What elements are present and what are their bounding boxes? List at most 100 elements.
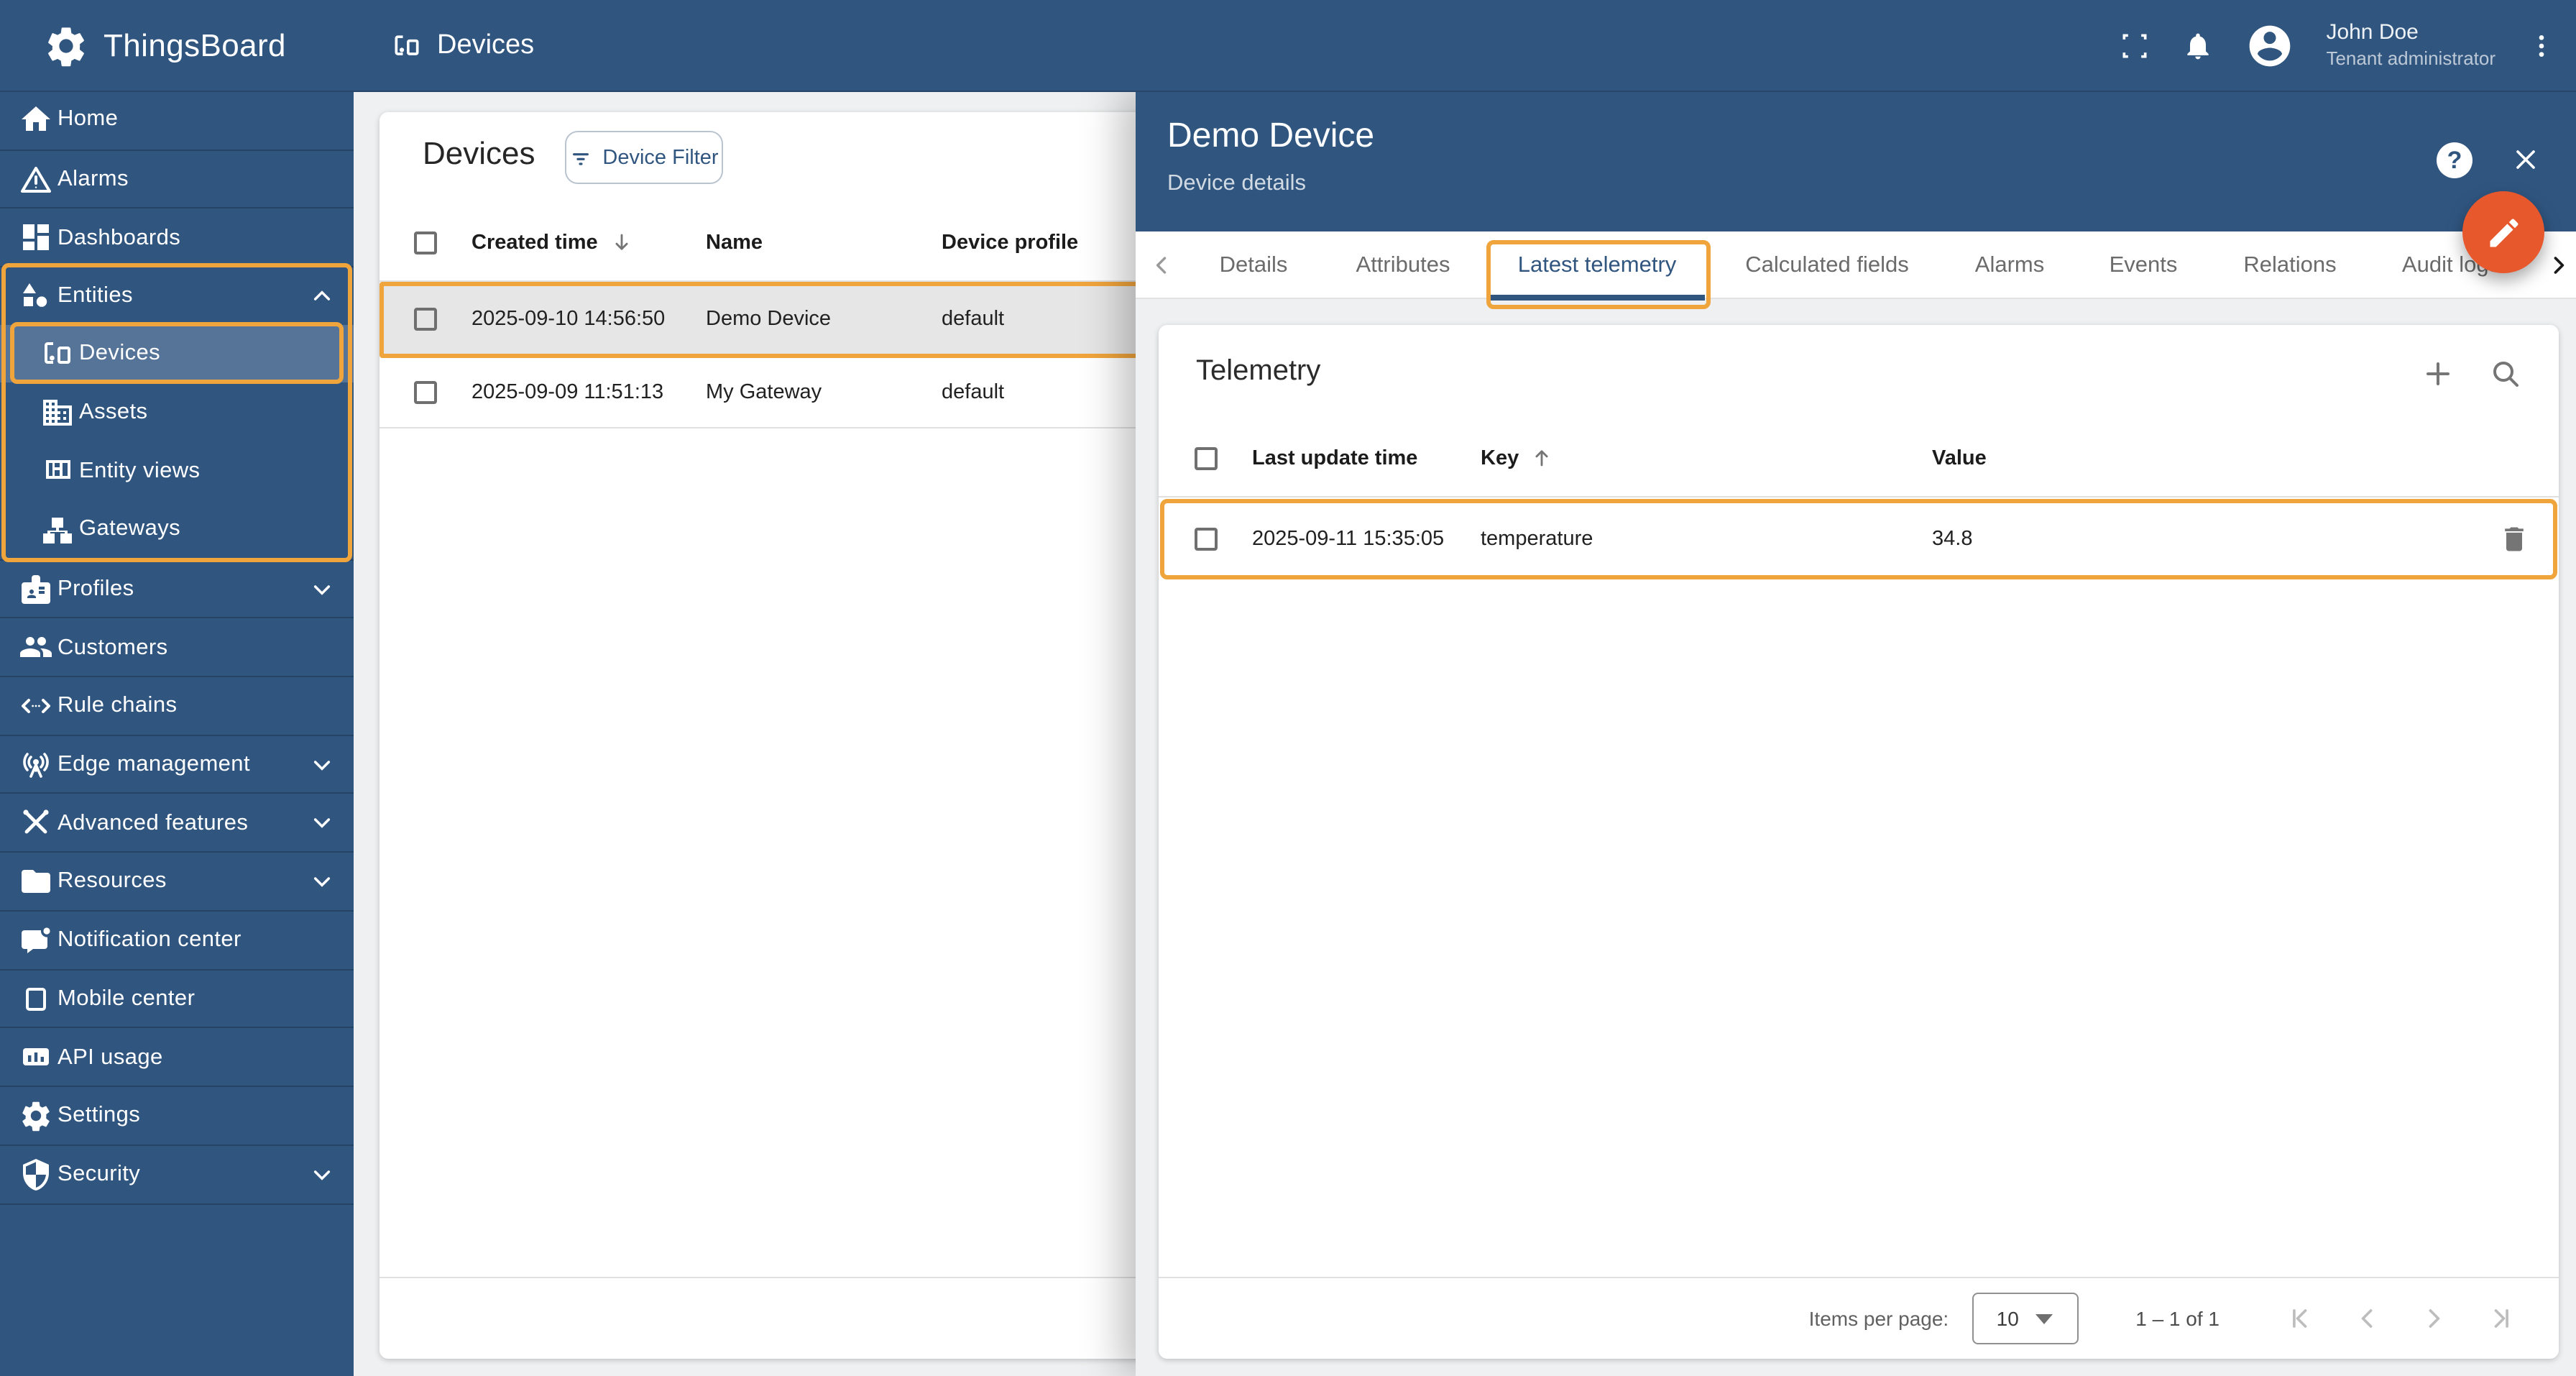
- column-device-profile[interactable]: Device profile: [942, 231, 1078, 254]
- devices-icon: [40, 336, 75, 371]
- chevron-down-icon: [310, 753, 334, 776]
- sidebar-item-edge-management[interactable]: Edge management: [0, 734, 354, 794]
- row-checkbox[interactable]: [414, 308, 437, 331]
- sidebar-item-gateways[interactable]: Gateways: [0, 500, 354, 559]
- sidebar-item-entity-views[interactable]: Entity views: [0, 441, 354, 500]
- sidebar-item-settings[interactable]: Settings: [0, 1085, 354, 1145]
- alarm-warning-icon: [19, 162, 53, 196]
- devices-panel-title: Devices: [423, 135, 535, 171]
- user-name: John Doe: [2326, 20, 2419, 45]
- sort-asc-icon[interactable]: [1530, 446, 1554, 470]
- select-all-checkbox[interactable]: [1195, 447, 1218, 470]
- device-row-demo-device[interactable]: 2025-09-10 14:56:50 Demo Device default: [380, 285, 1156, 355]
- more-menu-icon[interactable]: [2527, 31, 2556, 60]
- sidebar-item-dashboards[interactable]: Dashboards: [0, 207, 354, 267]
- details-header: Demo Device Device details ?: [1136, 91, 2576, 231]
- previous-page-icon[interactable]: [2334, 1290, 2401, 1347]
- tab-alarms[interactable]: Alarms: [1975, 231, 2044, 299]
- notifications-bell-icon[interactable]: [2182, 29, 2214, 61]
- row-checkbox[interactable]: [1195, 528, 1218, 551]
- column-name[interactable]: Name: [706, 231, 763, 254]
- sidebar-item-rule-chains[interactable]: Rule chains: [0, 676, 354, 735]
- api-usage-chart-icon: [19, 1040, 53, 1074]
- profiles-badge-icon: [19, 572, 53, 606]
- active-tab-underline: [1489, 295, 1705, 301]
- help-icon[interactable]: ?: [2437, 142, 2472, 178]
- tab-attributes[interactable]: Attributes: [1356, 231, 1450, 299]
- advanced-tools-icon: [19, 806, 53, 840]
- table-header-divider: [380, 280, 1156, 282]
- search-icon[interactable]: [2488, 357, 2523, 391]
- user-info[interactable]: John Doe Tenant administrator: [2326, 20, 2496, 70]
- user-avatar[interactable]: [2245, 21, 2294, 70]
- close-icon[interactable]: [2510, 144, 2542, 175]
- chevron-down-icon: [310, 577, 334, 600]
- customers-people-icon: [19, 630, 53, 665]
- tab-relations[interactable]: Relations: [2243, 231, 2336, 299]
- user-role: Tenant administrator: [2326, 47, 2496, 69]
- top-header: ThingsBoard Devices John Doe Tenant admi…: [0, 0, 2576, 92]
- gateways-hub-icon: [40, 512, 75, 546]
- devices-page-icon: [391, 29, 423, 61]
- tab-calculated-fields[interactable]: Calculated fields: [1745, 231, 1908, 299]
- page-size-select[interactable]: 10: [1972, 1293, 2079, 1344]
- sidebar-item-security[interactable]: Security: [0, 1144, 354, 1206]
- page-header: Devices: [391, 0, 534, 91]
- table-header-divider: [1159, 496, 2559, 497]
- sidebar-item-assets[interactable]: Assets: [0, 383, 354, 441]
- device-row-my-gateway[interactable]: 2025-09-09 11:51:13 My Gateway default: [380, 358, 1156, 428]
- dropdown-arrow-icon: [2036, 1313, 2053, 1324]
- sidebar-item-notification-center[interactable]: Notification center: [0, 909, 354, 970]
- next-page-icon[interactable]: [2401, 1290, 2467, 1347]
- chevron-up-icon: [310, 285, 334, 308]
- row-checkbox[interactable]: [414, 381, 437, 404]
- telemetry-title: Telemetry: [1196, 355, 1321, 387]
- items-per-page-label: Items per page:: [1808, 1307, 1949, 1330]
- edit-fab-button[interactable]: [2462, 191, 2544, 273]
- sidebar-item-profiles[interactable]: Profiles: [0, 559, 354, 618]
- sidebar-item-entities[interactable]: Entities: [0, 266, 354, 326]
- sidebar-item-api-usage[interactable]: API usage: [0, 1027, 354, 1086]
- thingsboard-logo-icon: [43, 22, 89, 68]
- sidebar-item-advanced-features[interactable]: Advanced features: [0, 792, 354, 853]
- edge-antenna-icon: [19, 747, 53, 781]
- filter-icon: [569, 146, 592, 169]
- dashboards-icon: [19, 221, 53, 255]
- select-all-checkbox[interactable]: [414, 231, 437, 254]
- sidebar-nav: Home Alarms Dashboards Entities Devices …: [0, 91, 354, 1376]
- last-page-icon[interactable]: [2467, 1290, 2533, 1347]
- column-value[interactable]: Value: [1932, 447, 1987, 470]
- sidebar-item-home[interactable]: Home: [0, 91, 354, 149]
- sort-desc-icon[interactable]: [610, 230, 634, 254]
- home-icon: [19, 102, 53, 137]
- first-page-icon[interactable]: [2268, 1290, 2334, 1347]
- rule-chains-icon: [19, 689, 53, 723]
- tab-events[interactable]: Events: [2110, 231, 2178, 299]
- telemetry-row-temperature[interactable]: 2025-09-11 15:35:05 temperature 34.8: [1159, 502, 2559, 577]
- details-tab-bar: Details Attributes Latest telemetry Calc…: [1136, 231, 2576, 299]
- device-filter-button[interactable]: Device Filter: [565, 131, 723, 184]
- fullscreen-icon[interactable]: [2119, 29, 2150, 61]
- thingsboard-app: ThingsBoard Devices John Doe Tenant admi…: [0, 0, 2576, 1376]
- sidebar-item-alarms[interactable]: Alarms: [0, 149, 354, 208]
- column-created-time[interactable]: Created time: [472, 231, 598, 254]
- sidebar-item-mobile-center[interactable]: Mobile center: [0, 968, 354, 1028]
- delete-trash-icon[interactable]: [2498, 523, 2530, 555]
- assets-building-icon: [40, 395, 75, 429]
- sidebar-item-customers[interactable]: Customers: [0, 617, 354, 677]
- entities-shapes-icon: [19, 279, 53, 313]
- sidebar-item-resources[interactable]: Resources: [0, 851, 354, 911]
- device-details-overlay: Demo Device Device details ? Details Att…: [1136, 91, 2576, 1376]
- details-title: Demo Device: [1167, 116, 1375, 155]
- entity-views-icon: [40, 453, 75, 487]
- pagination-bar: Items per page: 10 1 – 1 of 1: [1159, 1277, 2559, 1359]
- column-key[interactable]: Key: [1481, 447, 1519, 470]
- add-telemetry-icon[interactable]: [2421, 357, 2455, 391]
- column-last-update-time[interactable]: Last update time: [1252, 447, 1417, 470]
- tab-details[interactable]: Details: [1220, 231, 1288, 299]
- app-logo[interactable]: ThingsBoard: [43, 0, 286, 91]
- tab-latest-telemetry[interactable]: Latest telemetry: [1518, 231, 1677, 299]
- sidebar-item-devices[interactable]: Devices: [0, 324, 354, 383]
- tabs-scroll-right-icon[interactable]: [2546, 253, 2570, 278]
- tabs-scroll-left-icon[interactable]: [1150, 253, 1174, 278]
